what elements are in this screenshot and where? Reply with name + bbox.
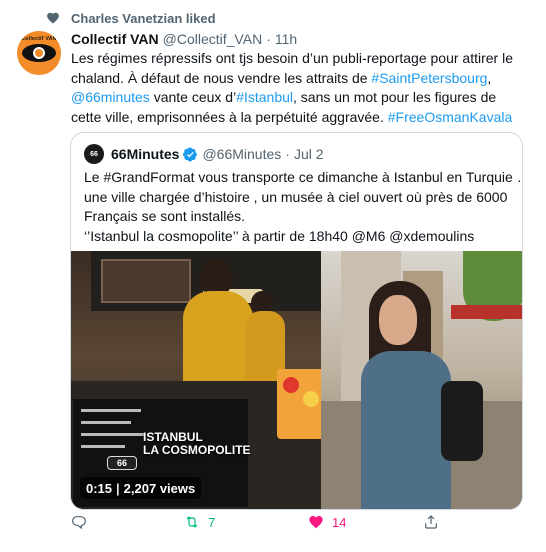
quoted-tweet-date: Jul 2 — [293, 146, 324, 162]
video-player[interactable]: ISTANBUL LA COSMOPOLITE 66 0:15 | 2,207 … — [71, 251, 522, 509]
video-stats-badge: 0:15 | 2,207 views — [80, 477, 202, 499]
hashtag-link[interactable]: #SaintPetersbourg — [371, 70, 487, 86]
text-segment: , — [487, 69, 492, 86]
retweet-count: 7 — [208, 514, 216, 530]
mention-link[interactable]: @66minutes — [71, 89, 150, 105]
quoted-text-line: Le #GrandFormat vous transporte ce diman… — [84, 169, 523, 185]
retweet-icon — [186, 516, 198, 528]
heart-icon — [47, 12, 59, 24]
quoted-tweet-text: Le #GrandFormat vous transporte ce diman… — [84, 168, 523, 246]
heart-filled-icon — [309, 516, 323, 529]
retweet-button[interactable]: 7 — [184, 514, 215, 530]
badge-separator: | — [116, 480, 120, 496]
reply-button[interactable] — [71, 514, 95, 530]
verified-badge-icon — [183, 147, 198, 161]
text-segment: vante ceux d’ — [149, 89, 237, 105]
quoted-text-line: ‘’Istanbul la cosmopolite’’ à partir de … — [84, 227, 475, 244]
separator-dot: · — [266, 31, 271, 47]
author-name[interactable]: Collectif VAN — [71, 31, 159, 47]
tweet-actions: 7 14 — [71, 514, 526, 534]
quoted-text-line: une ville chargée d’histoire , un musée … — [84, 188, 508, 205]
hashtag-link[interactable]: #Istanbul — [236, 89, 293, 105]
author-handle[interactable]: @Collectif_VAN — [163, 31, 263, 47]
eye-logo — [22, 44, 56, 62]
share-button[interactable] — [423, 514, 447, 530]
author-avatar[interactable]: Collectif VAN — [17, 31, 61, 75]
hashtag-link[interactable]: #FreeOsmanKavala — [388, 109, 513, 125]
share-icon — [425, 515, 437, 529]
tweet-header: Collectif VAN @Collectif_VAN · 11h — [71, 31, 297, 47]
separator-dot: · — [285, 146, 290, 162]
reply-icon — [72, 516, 86, 530]
like-count: 14 — [332, 514, 347, 530]
quoted-author-name: 66Minutes — [111, 146, 180, 162]
tweet-time[interactable]: 11h — [275, 31, 297, 47]
quoted-tweet-header: 66 66Minutes @66Minutes · Jul 2 — [84, 144, 324, 164]
social-context-text[interactable]: Charles Vanetzian liked — [71, 11, 216, 26]
quoted-text-line: Français se sont installés. — [84, 208, 246, 224]
quoted-tweet-card[interactable]: 66 66Minutes @66Minutes · Jul 2 Le #Gran… — [70, 132, 523, 510]
tweet-text: Les régimes répressifs ont tjs besoin d’… — [71, 49, 526, 127]
like-button[interactable]: 14 — [308, 514, 346, 530]
quoted-author-handle: @66Minutes — [202, 146, 282, 162]
channel-logo: 66 — [107, 456, 137, 470]
quoted-author-avatar: 66 — [84, 144, 104, 164]
video-overlay-title: ISTANBUL LA COSMOPOLITE — [143, 430, 251, 457]
avatar-label: Collectif VAN — [21, 36, 57, 42]
video-views: 2,207 views — [123, 480, 196, 496]
video-duration: 0:15 — [86, 480, 113, 496]
